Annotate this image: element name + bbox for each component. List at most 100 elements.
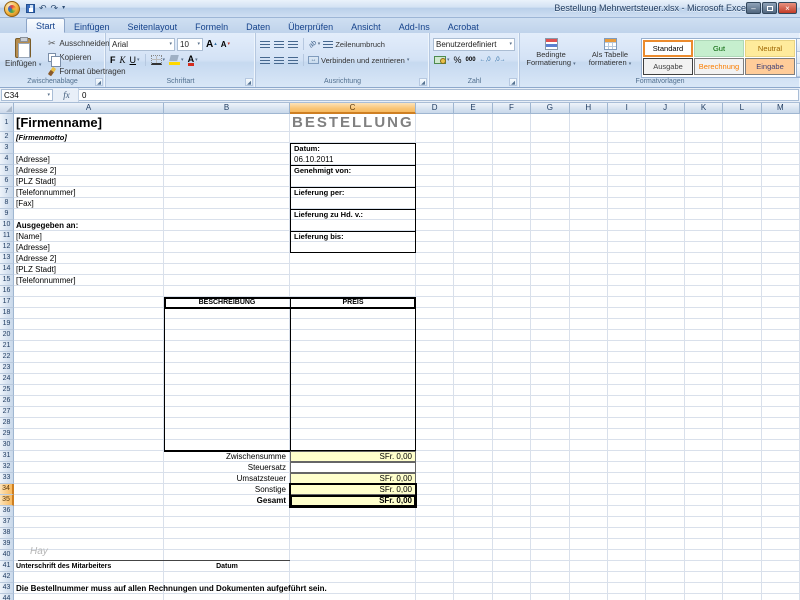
row-header-8[interactable]: 8 — [0, 198, 14, 209]
tab-start[interactable]: Start — [26, 18, 65, 33]
alignment-dialog-launcher[interactable]: ◢ — [419, 78, 427, 86]
tab-add-ins[interactable]: Add-Ins — [390, 20, 439, 33]
row-header-14[interactable]: 14 — [0, 264, 14, 275]
borders-button[interactable]: ▾ — [150, 53, 167, 67]
row-header-23[interactable]: 23 — [0, 363, 14, 374]
column-header-F[interactable]: F — [493, 103, 531, 114]
column-header-B[interactable]: B — [164, 103, 290, 114]
row-header-5[interactable]: 5 — [0, 165, 14, 176]
cell-A11[interactable]: [Name] — [14, 231, 164, 242]
row-header-21[interactable]: 21 — [0, 341, 14, 352]
cell-A12[interactable]: [Adresse] — [14, 242, 164, 253]
row-header-9[interactable]: 9 — [0, 209, 14, 220]
column-header-G[interactable]: G — [531, 103, 569, 114]
row-header-20[interactable]: 20 — [0, 330, 14, 341]
grow-font-button[interactable]: A▴ — [205, 37, 218, 51]
row-header-4[interactable]: 4 — [0, 154, 14, 165]
cell-B31[interactable]: Zwischensumme — [164, 451, 290, 462]
cell-C33[interactable]: SFr. 0,00 — [290, 473, 416, 484]
row-header-19[interactable]: 19 — [0, 319, 14, 330]
cell-C11[interactable]: Lieferung bis: — [290, 231, 416, 242]
save-button[interactable] — [26, 4, 35, 13]
column-header-L[interactable]: L — [723, 103, 761, 114]
row-header-37[interactable]: 37 — [0, 517, 14, 528]
row-header-3[interactable]: 3 — [0, 143, 14, 154]
accounting-format-button[interactable]: ▾ — [433, 53, 451, 67]
row-header-30[interactable]: 30 — [0, 440, 14, 451]
column-header-J[interactable]: J — [646, 103, 684, 114]
insert-function-button[interactable]: fx — [55, 88, 79, 102]
close-button[interactable]: × — [778, 2, 797, 14]
decrease-decimal-button[interactable]: ,0→ — [494, 53, 507, 67]
cell-style-gut[interactable]: Gut — [694, 40, 744, 57]
maximize-button[interactable] — [762, 2, 777, 14]
bold-button[interactable]: F — [109, 53, 117, 67]
cell-A10[interactable]: Ausgegeben an: — [14, 220, 164, 231]
formula-input[interactable]: 0 — [79, 89, 799, 101]
number-dialog-launcher[interactable]: ◢ — [509, 78, 517, 86]
cell-C4[interactable]: 06.10.2011 — [290, 154, 416, 165]
row-header-36[interactable]: 36 — [0, 506, 14, 517]
font-color-button[interactable]: A▾ — [187, 53, 199, 67]
cell-C31[interactable]: SFr. 0,00 — [290, 451, 416, 462]
minimize-button[interactable]: – — [746, 2, 761, 14]
tab-einfügen[interactable]: Einfügen — [65, 20, 119, 33]
row-header-32[interactable]: 32 — [0, 462, 14, 473]
row-header-6[interactable]: 6 — [0, 176, 14, 187]
column-header-E[interactable]: E — [454, 103, 492, 114]
cell-A8[interactable]: [Fax] — [14, 198, 164, 209]
row-header-35[interactable]: 35 — [0, 495, 14, 506]
row-header-27[interactable]: 27 — [0, 407, 14, 418]
cell-B34[interactable]: Sonstige — [164, 484, 290, 495]
cell-A4[interactable]: [Adresse] — [14, 154, 164, 165]
cell-A43[interactable]: Die Bestellnummer muss auf allen Rechnun… — [14, 583, 164, 594]
row-header-2[interactable]: 2 — [0, 132, 14, 143]
row-header-42[interactable]: 42 — [0, 572, 14, 583]
cell-B41[interactable]: Datum — [164, 561, 290, 572]
row-header-16[interactable]: 16 — [0, 286, 14, 297]
tab-ansicht[interactable]: Ansicht — [342, 20, 390, 33]
row-header-38[interactable]: 38 — [0, 528, 14, 539]
row-header-10[interactable]: 10 — [0, 220, 14, 231]
column-header-K[interactable]: K — [685, 103, 723, 114]
tab-daten[interactable]: Daten — [237, 20, 279, 33]
row-header-41[interactable]: 41 — [0, 561, 14, 572]
paste-button[interactable]: Einfügen ▾ — [3, 36, 43, 70]
shrink-font-button[interactable]: A▾ — [220, 37, 231, 51]
cell-C35[interactable]: SFr. 0,00 — [290, 495, 416, 506]
cell-B33[interactable]: Umsatzsteuer — [164, 473, 290, 484]
column-header-C[interactable]: C — [290, 103, 416, 114]
cell-A15[interactable]: [Telefonnummer] — [14, 275, 164, 286]
row-header-33[interactable]: 33 — [0, 473, 14, 484]
percent-style-button[interactable]: % — [453, 53, 463, 67]
cell-style-eingabe[interactable]: Eingabe — [745, 58, 795, 75]
align-left-button[interactable] — [259, 53, 271, 67]
cell-A7[interactable]: [Telefonnummer] — [14, 187, 164, 198]
select-all-corner[interactable] — [0, 103, 14, 114]
font-dialog-launcher[interactable]: ◢ — [245, 78, 253, 86]
row-header-44[interactable]: 44 — [0, 594, 14, 600]
tab-überprüfen[interactable]: Überprüfen — [279, 20, 342, 33]
cell-A41[interactable]: Unterschrift des Mitarbeiters — [14, 561, 164, 572]
tab-seitenlayout[interactable]: Seitenlayout — [119, 20, 187, 33]
tab-acrobat[interactable]: Acrobat — [439, 20, 488, 33]
conditional-formatting-button[interactable]: Bedingte Formatierung ▾ — [523, 36, 579, 70]
align-top-button[interactable] — [259, 37, 271, 51]
column-header-M[interactable]: M — [762, 103, 800, 114]
align-midd le-button[interactable] — [273, 37, 285, 51]
tab-formeln[interactable]: Formeln — [186, 20, 237, 33]
wrap-text-button[interactable]: Zeilenumbruch — [323, 38, 385, 51]
cell-C3[interactable]: Datum: — [290, 143, 416, 154]
number-format-select[interactable]: Benutzerdefiniert▾ — [433, 38, 515, 51]
column-header-H[interactable]: H — [570, 103, 608, 114]
format-as-table-button[interactable]: Als Tabelle formatieren ▾ — [582, 36, 638, 70]
cell-C5[interactable]: Genehmigt von: — [290, 165, 416, 176]
orientation-button[interactable]: ab▾ — [308, 37, 321, 51]
merge-center-button[interactable]: ↔Verbinden und zentrieren▾ — [308, 54, 409, 67]
row-header-13[interactable]: 13 — [0, 253, 14, 264]
cell-A6[interactable]: [PLZ Stadt] — [14, 176, 164, 187]
row-header-40[interactable]: 40 — [0, 550, 14, 561]
office-button[interactable] — [4, 1, 20, 17]
cell-B17[interactable]: BESCHREIBUNG — [164, 297, 290, 308]
cell-style-neutral[interactable]: Neutral — [745, 40, 795, 57]
